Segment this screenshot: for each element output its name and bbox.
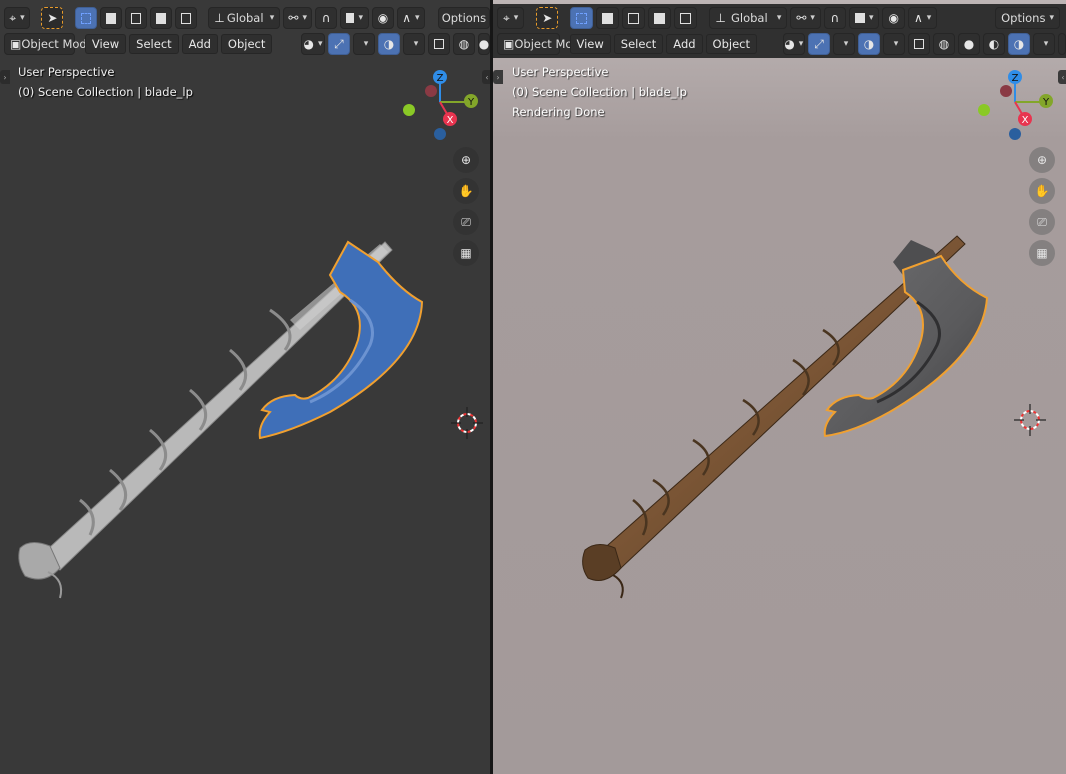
handle-pommel xyxy=(582,544,622,581)
viewport-left[interactable]: ⌖ ▾ ➤ ⊥ Global ▾ ⚯ ▾ ∩ ▾ ◉ ∧ ▾ Options ▣ Objec… xyxy=(0,0,490,774)
axe-model-solid[interactable] xyxy=(0,0,490,774)
axe-model-rendered[interactable] xyxy=(493,0,1066,774)
handle-cord xyxy=(612,574,624,599)
viewport-right[interactable]: ⌖ ▾ ➤ ⊥ Global ▾ ⚯ ▾ ∩ ▾ ◉ ∧ ▾ Options ▾ ▣ Obje… xyxy=(493,0,1066,774)
